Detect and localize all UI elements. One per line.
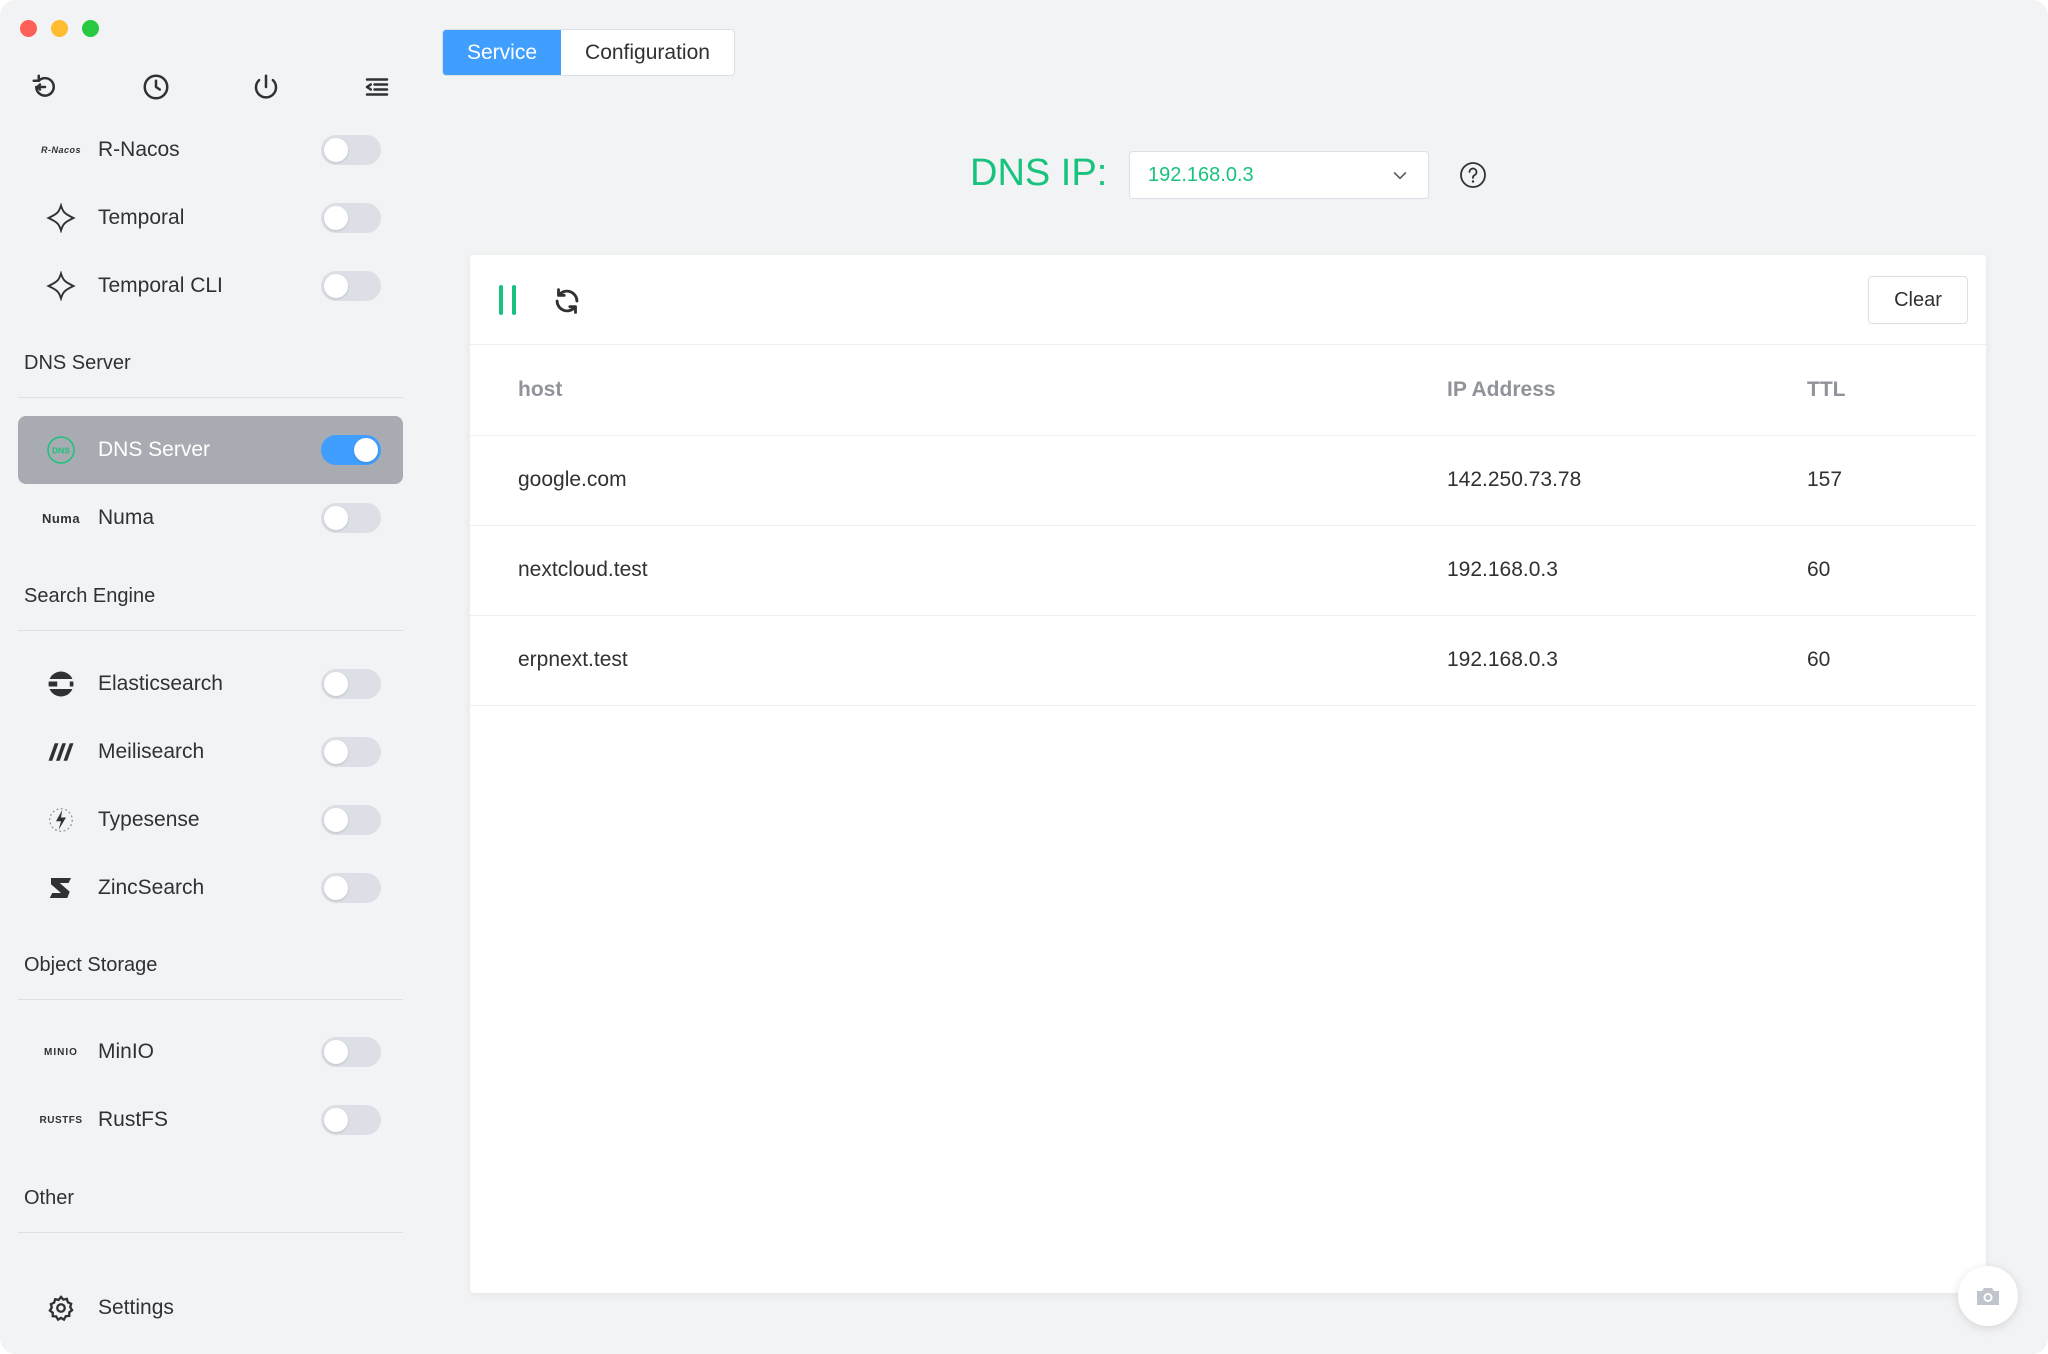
sidebar-item-label: DNS Server <box>98 438 211 461</box>
sidebar-item-label: Elasticsearch <box>98 672 223 695</box>
sidebar-item-zincsearch[interactable]: ZincSearch <box>18 854 403 922</box>
cell-ttl: 60 <box>1807 525 1976 616</box>
meilisearch-logo-icon <box>38 737 84 767</box>
help-icon[interactable] <box>1459 161 1487 189</box>
table-header-row: host IP Address TTL <box>470 345 1976 436</box>
settings-label: Settings <box>98 1296 174 1319</box>
dns-records-table: host IP Address TTL google.com 142.250.7… <box>470 345 1976 706</box>
column-header-ip: IP Address <box>1447 345 1807 436</box>
dns-server-toggle[interactable] <box>321 435 381 465</box>
panel-toolbar: Clear <box>470 255 1986 345</box>
table-row: google.com 142.250.73.78 157 <box>470 435 1976 526</box>
sidebar-item-label: ZincSearch <box>98 876 205 899</box>
sidebar-item-meilisearch[interactable]: Meilisearch <box>18 718 403 786</box>
clear-button[interactable]: Clear <box>1868 276 1968 324</box>
dns-ip-select[interactable]: 192.168.0.3 <box>1129 151 1429 199</box>
typesense-toggle[interactable] <box>321 805 381 835</box>
tab-configuration[interactable]: Configuration <box>561 30 734 75</box>
table-row: erpnext.test 192.168.0.3 60 <box>470 615 1976 706</box>
sidebar-item-label: MinIO <box>98 1040 155 1063</box>
tab-group: Service Configuration <box>442 29 735 76</box>
rustfs-logo-icon: RUSTFS <box>39 1114 83 1126</box>
elasticsearch-toggle[interactable] <box>321 669 381 699</box>
r-nacos-toggle[interactable] <box>321 135 381 165</box>
rustfs-toggle[interactable] <box>321 1105 381 1135</box>
sidebar-item-label: Typesense <box>98 808 200 831</box>
cell-host: erpnext.test <box>470 615 1447 706</box>
cell-ip: 192.168.0.3 <box>1447 615 1807 706</box>
pause-button[interactable] <box>492 285 522 315</box>
section-divider <box>18 397 403 398</box>
temporal-cli-toggle[interactable] <box>321 271 381 301</box>
gear-icon <box>38 1294 84 1322</box>
sidebar: R-Nacos R-Nacos Temporal Temporal CLI DN… <box>0 0 420 1354</box>
pause-icon-bar <box>511 285 516 315</box>
column-header-ttl: TTL <box>1807 345 1976 436</box>
section-object-storage: Object Storage <box>24 954 158 976</box>
history-icon[interactable] <box>139 70 173 104</box>
section-dns-server: DNS Server <box>24 352 131 374</box>
cell-ip: 192.168.0.3 <box>1447 525 1807 616</box>
numa-logo-icon: Numa <box>41 510 81 526</box>
temporal-toggle[interactable] <box>321 203 381 233</box>
power-icon[interactable] <box>249 70 283 104</box>
cell-ttl: 60 <box>1807 615 1976 706</box>
sidebar-item-settings[interactable]: Settings <box>18 1276 403 1340</box>
cell-host: google.com <box>470 435 1447 526</box>
dns-logo-icon: DNS <box>38 435 84 465</box>
cell-ttl: 157 <box>1807 435 1976 526</box>
chevron-down-icon <box>1393 171 1407 180</box>
zincsearch-logo-icon <box>38 873 84 903</box>
sidebar-item-label: R-Nacos <box>98 138 180 161</box>
sidebar-item-elasticsearch[interactable]: Elasticsearch <box>18 650 403 718</box>
sidebar-item-minio[interactable]: MINIO MinIO <box>18 1018 403 1086</box>
sidebar-item-dns-server[interactable]: DNS DNS Server <box>18 416 403 484</box>
sidebar-item-label: RustFS <box>98 1108 169 1131</box>
sidebar-item-temporal[interactable]: Temporal <box>18 184 403 252</box>
temporal-logo-icon <box>38 203 84 233</box>
table-row: nextcloud.test 192.168.0.3 60 <box>470 525 1976 616</box>
sidebar-toolbar <box>28 70 394 104</box>
elasticsearch-logo-icon <box>38 669 84 699</box>
back-icon[interactable] <box>28 70 62 104</box>
section-divider <box>18 999 403 1000</box>
sidebar-item-label: Temporal CLI <box>98 274 223 297</box>
temporal-cli-logo-icon <box>38 271 84 301</box>
sidebar-item-label: Meilisearch <box>98 740 205 763</box>
screenshot-button[interactable] <box>1958 1266 2018 1326</box>
sidebar-item-rustfs[interactable]: RUSTFS RustFS <box>18 1086 403 1154</box>
sidebar-item-label: Temporal <box>98 206 185 229</box>
dns-ip-label: DNS IP: <box>970 152 1108 194</box>
minio-toggle[interactable] <box>321 1037 381 1067</box>
svg-text:DNS: DNS <box>52 446 70 456</box>
section-divider <box>18 1232 403 1233</box>
sidebar-item-typesense[interactable]: Typesense <box>18 786 403 854</box>
numa-toggle[interactable] <box>321 503 381 533</box>
section-divider <box>18 630 403 631</box>
zincsearch-toggle[interactable] <box>321 873 381 903</box>
minio-logo-icon: MINIO <box>44 1046 78 1058</box>
tab-service[interactable]: Service <box>443 30 562 75</box>
meilisearch-toggle[interactable] <box>321 737 381 767</box>
pause-icon <box>498 285 503 315</box>
r-nacos-logo-icon: R-Nacos <box>40 145 81 155</box>
camera-icon <box>1977 1288 1999 1305</box>
section-other: Other <box>24 1187 75 1209</box>
dns-log-panel: Clear host IP Address TTL google.com 142… <box>470 255 1986 1293</box>
dns-ip-value: 192.168.0.3 <box>1148 163 1254 186</box>
sidebar-item-r-nacos[interactable]: R-Nacos R-Nacos <box>18 116 403 184</box>
refresh-icon <box>555 288 579 314</box>
sidebar-item-numa[interactable]: Numa Numa <box>18 484 403 552</box>
typesense-logo-icon <box>38 805 84 835</box>
column-header-host: host <box>470 345 1447 436</box>
sidebar-item-label: Numa <box>98 506 155 529</box>
collapse-menu-icon[interactable] <box>360 70 394 104</box>
sidebar-item-temporal-cli[interactable]: Temporal CLI <box>18 252 403 320</box>
cell-ip: 142.250.73.78 <box>1447 435 1807 526</box>
app-window: R-Nacos R-Nacos Temporal Temporal CLI DN… <box>0 0 2048 1354</box>
section-search-engine: Search Engine <box>24 585 156 607</box>
refresh-button[interactable] <box>550 284 584 318</box>
cell-host: nextcloud.test <box>470 525 1447 616</box>
